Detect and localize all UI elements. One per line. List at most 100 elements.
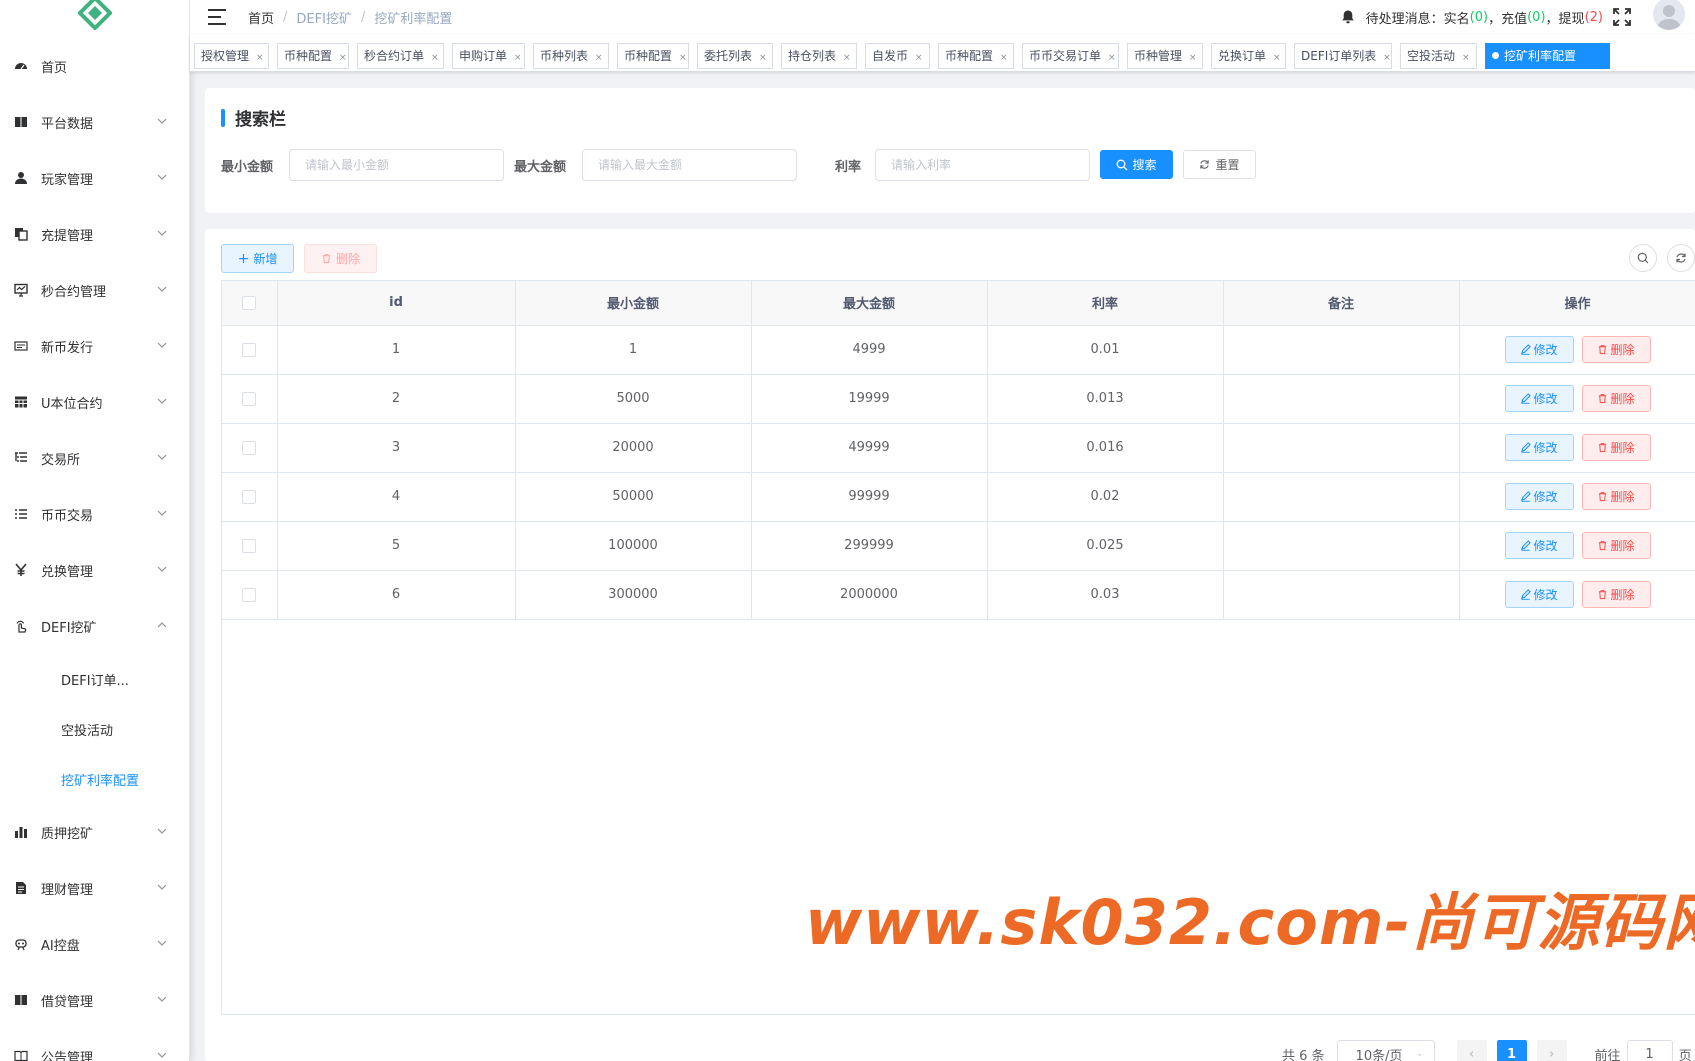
tag-item[interactable]: 授权管理 × bbox=[194, 43, 269, 69]
row-select-cell[interactable] bbox=[222, 325, 278, 375]
close-icon[interactable]: × bbox=[679, 53, 687, 63]
sidebar-item[interactable]: AI控盘 bbox=[0, 916, 189, 972]
close-icon[interactable]: × bbox=[431, 53, 439, 63]
tag-item[interactable]: 币种列表 × bbox=[533, 43, 609, 69]
edit-button[interactable]: 修改 bbox=[1504, 385, 1574, 412]
max-amount-input[interactable]: 请输入最大金额 bbox=[582, 149, 797, 181]
edit-button[interactable]: 修改 bbox=[1504, 483, 1574, 510]
close-icon[interactable]: × bbox=[759, 53, 767, 63]
delete-button[interactable]: 删除 bbox=[1581, 483, 1651, 510]
prev-page-button[interactable]: ‹ bbox=[1456, 1040, 1487, 1061]
sidebar-item[interactable]: 充提管理 bbox=[0, 206, 189, 262]
close-icon[interactable]: × bbox=[256, 53, 264, 63]
delete-button[interactable]: 删除 bbox=[1581, 434, 1651, 461]
sidebar-item[interactable]: 交易所 bbox=[0, 430, 189, 486]
sidebar-item[interactable]: 理财管理 bbox=[0, 860, 189, 916]
edit-button[interactable]: 修改 bbox=[1504, 581, 1574, 608]
sidebar-item[interactable]: 首页 bbox=[0, 38, 189, 94]
close-icon[interactable]: × bbox=[595, 53, 603, 63]
search-button[interactable]: 搜索 bbox=[1100, 150, 1173, 179]
close-icon[interactable]: × bbox=[1383, 53, 1391, 63]
row-checkbox[interactable] bbox=[242, 538, 257, 553]
sidebar-item[interactable]: 币币交易 bbox=[0, 486, 189, 542]
sidebar-subitem[interactable]: 空投活动 bbox=[0, 704, 189, 754]
tag-item[interactable]: 币种配置 × bbox=[277, 43, 349, 69]
tag-item[interactable]: 持仓列表 × bbox=[781, 43, 857, 69]
row-select-cell[interactable] bbox=[222, 423, 278, 473]
sidebar-item[interactable]: 公告管理 bbox=[0, 1028, 189, 1061]
tag-item[interactable]: 委托列表 × bbox=[697, 43, 773, 69]
toggle-search-button[interactable] bbox=[1629, 244, 1657, 272]
sidebar-item[interactable]: U本位合约 bbox=[0, 374, 189, 430]
row-checkbox[interactable] bbox=[242, 587, 257, 602]
sidebar-item[interactable]: 兑换管理 bbox=[0, 542, 189, 598]
close-icon[interactable]: × bbox=[1273, 53, 1281, 63]
tag-item[interactable]: DEFI订单列表 × bbox=[1294, 43, 1392, 69]
select-all-checkbox[interactable] bbox=[242, 295, 257, 310]
tag-item[interactable]: 兑换订单 × bbox=[1211, 43, 1286, 69]
row-select-cell[interactable] bbox=[222, 570, 278, 620]
goto-page-input[interactable]: 1 bbox=[1626, 1040, 1673, 1061]
tag-item[interactable]: 币币交易订单 × bbox=[1022, 43, 1119, 69]
edit-button[interactable]: 修改 bbox=[1504, 434, 1574, 461]
row-select-cell[interactable] bbox=[222, 521, 278, 571]
cell-min-amount: 50000 bbox=[515, 472, 752, 522]
page-size-select[interactable]: 10条/页 ⌄ bbox=[1336, 1040, 1435, 1061]
close-icon[interactable]: × bbox=[1189, 53, 1197, 63]
row-checkbox[interactable] bbox=[242, 489, 257, 504]
close-icon[interactable]: × bbox=[514, 53, 522, 63]
bell-icon[interactable] bbox=[1340, 9, 1356, 25]
close-icon[interactable]: × bbox=[339, 53, 347, 63]
next-page-button[interactable]: › bbox=[1536, 1040, 1567, 1061]
delete-button[interactable]: 删除 bbox=[1581, 532, 1651, 559]
row-checkbox[interactable] bbox=[242, 391, 257, 406]
tag-item[interactable]: 币种配置 × bbox=[938, 43, 1014, 69]
close-icon[interactable]: × bbox=[915, 53, 923, 63]
sidebar-item[interactable]: 借贷管理 bbox=[0, 972, 189, 1028]
tag-item[interactable]: 秒合约订单 × bbox=[357, 43, 444, 69]
hamburger-icon[interactable] bbox=[208, 9, 226, 25]
pending-notice[interactable]: 待处理消息： 实名 ( 0 ) ， 充值 ( 0 ) ， 提现 ( 2 ) bbox=[1366, 8, 1603, 27]
tag-item[interactable]: 挖矿利率配置 bbox=[1485, 43, 1610, 69]
edit-button[interactable]: 修改 bbox=[1504, 532, 1574, 559]
breadcrumb-home[interactable]: 首页 bbox=[248, 8, 274, 27]
min-amount-input[interactable]: 请输入最小金额 bbox=[289, 149, 504, 181]
delete-button[interactable]: 删除 bbox=[1581, 581, 1651, 608]
chevron-down-icon bbox=[157, 882, 167, 893]
sidebar-item[interactable]: 质押挖矿 bbox=[0, 804, 189, 860]
tag-item[interactable]: 空投活动 × bbox=[1400, 43, 1477, 69]
sidebar-item-label: AI控盘 bbox=[41, 938, 80, 954]
rate-input[interactable]: 请输入利率 bbox=[875, 149, 1090, 181]
sidebar-item[interactable]: 秒合约管理 bbox=[0, 262, 189, 318]
tag-item[interactable]: 币种管理 × bbox=[1127, 43, 1203, 69]
sidebar-item[interactable]: 玩家管理 bbox=[0, 150, 189, 206]
page-number-current[interactable]: 1 bbox=[1496, 1040, 1527, 1061]
delete-button[interactable]: 删除 bbox=[1581, 385, 1651, 412]
row-checkbox[interactable] bbox=[242, 440, 257, 455]
close-icon[interactable]: × bbox=[1000, 53, 1008, 63]
add-button[interactable]: + 新增 bbox=[221, 244, 294, 273]
fullscreen-icon[interactable] bbox=[1613, 8, 1631, 26]
row-select-cell[interactable] bbox=[222, 472, 278, 522]
close-icon[interactable]: × bbox=[1108, 53, 1116, 63]
row-checkbox[interactable] bbox=[242, 342, 257, 357]
sidebar-item[interactable]: DEFI挖矿 bbox=[0, 598, 189, 654]
reset-button[interactable]: 重置 bbox=[1183, 150, 1256, 179]
sidebar-subitem[interactable]: 挖矿利率配置 bbox=[0, 754, 189, 804]
batch-delete-button[interactable]: 删除 bbox=[304, 244, 377, 273]
sidebar-item[interactable]: 新币发行 bbox=[0, 318, 189, 374]
sidebar-item[interactable]: 平台数据 bbox=[0, 94, 189, 150]
avatar[interactable] bbox=[1653, 0, 1685, 30]
tag-item[interactable]: 币种配置 × bbox=[617, 43, 689, 69]
sidebar-subitem[interactable]: DEFI订单... bbox=[0, 654, 189, 704]
tag-item[interactable]: 自发币 × bbox=[865, 43, 930, 69]
select-all-cell[interactable] bbox=[222, 281, 278, 326]
tag-item[interactable]: 申购订单 × bbox=[452, 43, 525, 69]
close-icon[interactable]: × bbox=[843, 53, 851, 63]
refresh-table-button[interactable] bbox=[1667, 244, 1695, 272]
edit-button[interactable]: 修改 bbox=[1504, 336, 1574, 363]
close-icon[interactable]: × bbox=[1462, 53, 1470, 63]
logo[interactable] bbox=[0, 0, 189, 38]
delete-button[interactable]: 删除 bbox=[1581, 336, 1651, 363]
row-select-cell[interactable] bbox=[222, 374, 278, 424]
